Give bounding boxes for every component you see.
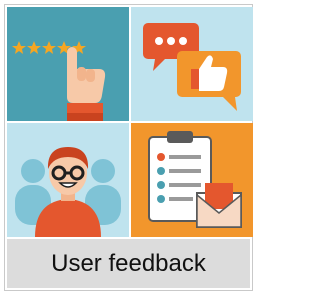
speech-bubble-thumbs-up-icon <box>143 23 241 111</box>
clipboard-checklist-envelope-icon <box>148 131 242 228</box>
star-rating-tile <box>7 7 129 121</box>
speech-bubble-tile <box>131 7 253 121</box>
star-icon <box>42 41 56 54</box>
pointing-hand-icon <box>67 47 106 121</box>
feedback-card: User feedback <box>4 4 253 291</box>
thumbs-up-bubble-icon <box>177 51 241 111</box>
user-avatar-icon <box>15 147 121 237</box>
star-icon <box>12 41 26 54</box>
user-avatar-tile <box>7 123 129 237</box>
clipboard-tile <box>131 123 253 237</box>
star-icon <box>27 41 41 54</box>
star-rating-hand-icon <box>12 41 106 121</box>
caption-label: User feedback <box>7 239 250 288</box>
